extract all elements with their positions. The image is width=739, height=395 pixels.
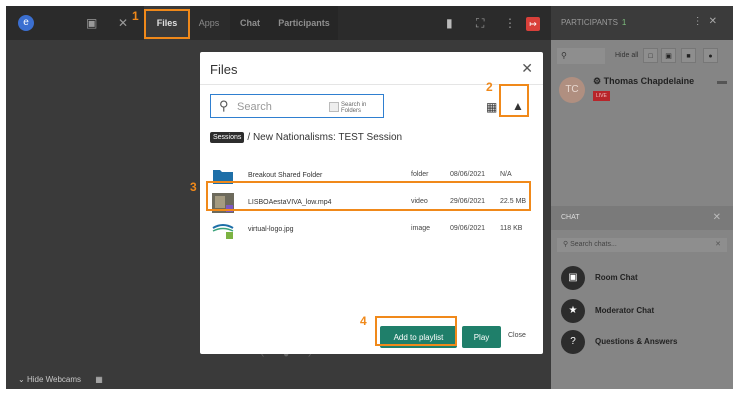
- highlight-video-row: [206, 181, 531, 211]
- grid-icon[interactable]: ▦: [95, 375, 103, 384]
- settings-icon: ⚙: [593, 76, 602, 86]
- participant-name: ⚙ Thomas Chapdelaine: [593, 76, 695, 86]
- search-icon: ⚲: [561, 51, 567, 60]
- chat-search-input[interactable]: ⚲ Search chats... ✕: [557, 238, 727, 252]
- close-icon[interactable]: ✕: [713, 212, 721, 223]
- search-icon: ⚲: [563, 241, 569, 248]
- modal-title: Files: [210, 62, 238, 77]
- step-4-marker: 4: [360, 314, 367, 328]
- file-row-image[interactable]: virtual-logo.jpg image 09/06/2021 118 KB: [206, 218, 536, 242]
- step-3-marker: 3: [190, 180, 197, 194]
- tab-apps[interactable]: Apps: [194, 6, 224, 40]
- hide-webcams-button[interactable]: ⌄ Hide Webcams ▦: [18, 375, 103, 384]
- top-toolbar: e ▣ ✕ Files Apps Chat Participants ▮ ⛶ ⋮…: [6, 6, 551, 40]
- app-logo-icon: e: [18, 15, 34, 31]
- screen-icon[interactable]: □: [643, 48, 658, 63]
- clear-icon[interactable]: ✕: [715, 238, 721, 252]
- chevron-down-icon: ⌄: [18, 375, 25, 384]
- camera-off-icon[interactable]: ▣: [86, 16, 97, 30]
- participants-count: 1: [621, 18, 627, 27]
- tab-participants[interactable]: Participants: [270, 6, 338, 40]
- more-options-icon[interactable]: ⋮: [504, 16, 516, 30]
- search-in-folders-label: Search in Folders: [341, 102, 367, 114]
- avatar: TC: [559, 77, 585, 103]
- highlight-add-to-playlist: [375, 316, 457, 346]
- highlight-files-tab: [144, 9, 190, 39]
- file-date: 09/06/2021: [450, 225, 486, 232]
- breadcrumb-root[interactable]: Sessions: [210, 132, 245, 143]
- participants-header-icons: ⋮✕: [693, 16, 723, 27]
- camera-icon[interactable]: ■: [681, 48, 696, 63]
- chat-item-questions-answers[interactable]: ? Questions & Answers: [561, 330, 729, 354]
- question-icon: ?: [561, 330, 585, 354]
- hide-all-label: Hide all: [615, 52, 639, 59]
- highlight-upload-button: [499, 84, 529, 117]
- file-size: N/A: [500, 171, 512, 178]
- layout-icon[interactable]: ▮: [446, 16, 453, 30]
- chat-header: CHAT ✕: [551, 206, 733, 230]
- participant-row[interactable]: TC ⚙ Thomas Chapdelaine LIVE ▬: [557, 74, 729, 114]
- participant-menu-icon[interactable]: ▬: [717, 76, 727, 87]
- mic-off-icon[interactable]: ✕: [118, 16, 128, 30]
- play-button[interactable]: Play: [462, 326, 501, 348]
- close-button[interactable]: Close: [508, 332, 526, 339]
- status-badge: LIVE: [593, 91, 610, 101]
- step-2-marker: 2: [486, 80, 493, 94]
- file-type: image: [411, 225, 431, 232]
- chat-bubble-icon: ▣: [561, 266, 585, 290]
- close-icon[interactable]: ✕: [709, 16, 723, 27]
- new-folder-icon[interactable]: ▦: [486, 100, 497, 114]
- search-box: ⚲ Search in Folders: [210, 94, 384, 118]
- app-frame: e ▣ ✕ Files Apps Chat Participants ▮ ⛶ ⋮…: [6, 6, 733, 389]
- breadcrumb-path: / New Nationalisms: TEST Session: [247, 132, 403, 143]
- leave-session-icon[interactable]: ↦: [526, 17, 540, 31]
- step-1-marker: 1: [132, 9, 139, 23]
- participants-toolbar: ⚲ Hide all □ ▣ ■ ●: [557, 48, 727, 64]
- participants-title: PARTICIPANTS: [561, 18, 618, 27]
- file-name: Breakout Shared Folder: [248, 172, 323, 179]
- chat-item-room-chat[interactable]: ▣ Room Chat: [561, 266, 729, 290]
- chat-title: CHAT: [561, 214, 580, 221]
- file-name: virtual-logo.jpg: [248, 226, 294, 233]
- more-options-icon[interactable]: ⋮: [693, 16, 709, 27]
- tab-chat[interactable]: Chat: [230, 6, 270, 40]
- file-date: 08/06/2021: [450, 171, 486, 178]
- chat-item-moderator-chat[interactable]: ★ Moderator Chat: [561, 299, 729, 323]
- image-thumbnail-icon: [212, 220, 234, 240]
- star-icon: ★: [561, 299, 585, 323]
- participants-search[interactable]: ⚲: [557, 48, 605, 64]
- side-panel: PARTICIPANTS 1 ⋮✕ ⚲ Hide all □ ▣ ■ ● TC ⚙…: [551, 6, 733, 389]
- file-size: 118 KB: [500, 225, 523, 232]
- file-type: folder: [411, 171, 429, 178]
- participants-header: PARTICIPANTS 1 ⋮✕: [551, 6, 733, 40]
- search-icon: ⚲: [219, 98, 229, 113]
- search-in-folders-checkbox[interactable]: [329, 102, 339, 112]
- close-icon[interactable]: ✕: [521, 60, 533, 77]
- breadcrumb: Sessions / New Nationalisms: TEST Session: [210, 132, 402, 143]
- fullscreen-icon[interactable]: ⛶: [476, 16, 484, 30]
- search-input[interactable]: [235, 98, 327, 116]
- chat-bubble-icon[interactable]: ▣: [661, 48, 676, 63]
- mic-icon[interactable]: ●: [703, 48, 718, 63]
